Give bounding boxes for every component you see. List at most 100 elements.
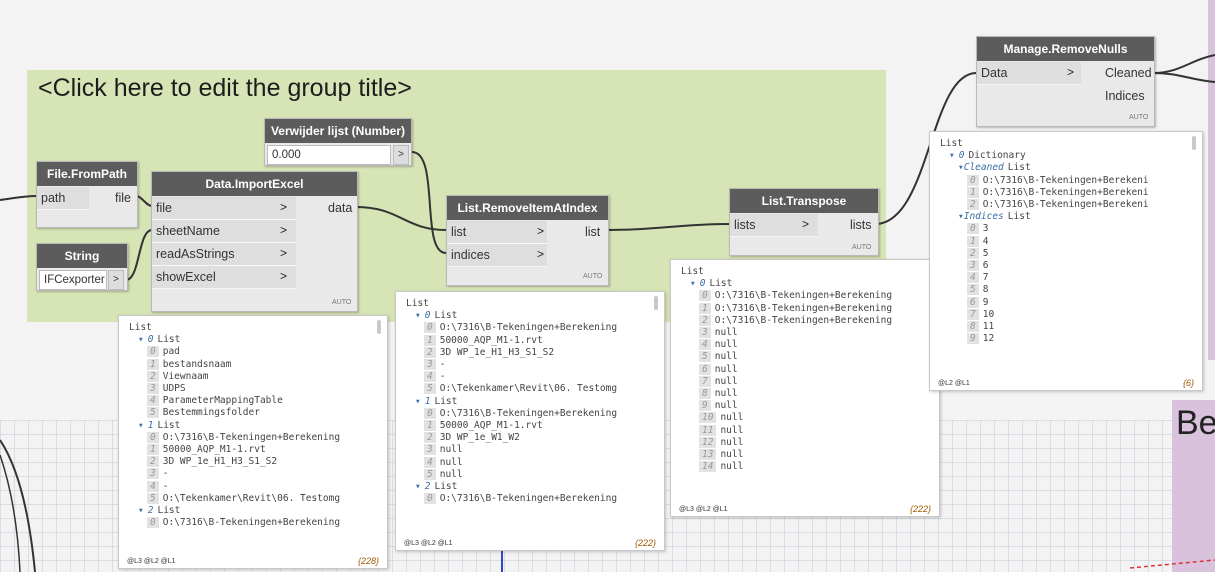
list-item: 0 O:\7316\B-Tekeningen+Berekening xyxy=(424,322,618,334)
tree-root: List xyxy=(681,266,704,277)
input-port-showexcel[interactable]: showExcel xyxy=(152,266,296,289)
scrollbar[interactable] xyxy=(1192,136,1196,150)
collapse-triangle-icon[interactable]: ▾ xyxy=(138,334,144,345)
branch-index: 1 xyxy=(147,419,154,431)
scrollbar[interactable] xyxy=(654,296,658,310)
string-value-field[interactable]: IFCexporter xyxy=(39,270,107,290)
item-index: 3 xyxy=(699,327,711,338)
list-item: 5 null xyxy=(699,351,738,363)
item-value: 8 xyxy=(982,284,989,296)
item-index: 1 xyxy=(424,420,436,431)
output-port-cleaned[interactable]: Cleaned xyxy=(1105,62,1152,84)
tree-branch[interactable]: ▾ 2 List xyxy=(138,505,180,516)
list-item: 36 xyxy=(967,260,988,271)
data-importexcel-node[interactable]: Data.ImportExcel file > sheetName > read… xyxy=(151,171,358,312)
item-value: O:\7316\B-Tekeningen+Berekeni xyxy=(982,174,1149,186)
item-value: - xyxy=(439,359,446,370)
item-value: null xyxy=(714,351,738,363)
input-port-path[interactable]: path xyxy=(37,187,89,210)
collapse-triangle-icon[interactable]: ▾ xyxy=(690,278,696,289)
manage-removenulls-node[interactable]: Manage.RemoveNulls Data > Cleaned Indice… xyxy=(976,36,1155,127)
input-port-file[interactable]: file xyxy=(152,197,296,220)
list-levels[interactable]: @L3 @L2 @L1 xyxy=(127,558,176,565)
list-transpose-node[interactable]: List.Transpose lists > lists AUTO xyxy=(729,188,879,256)
watch-preview-removeitem[interactable]: @L3 @L2 @L1 {222} List ▾ 0 List 0 O:\7316\B-T… xyxy=(395,291,665,551)
item-value: 4 xyxy=(982,235,989,247)
collapse-triangle-icon[interactable]: ▾ xyxy=(949,150,955,161)
item-index: 9 xyxy=(967,333,979,345)
collapse-triangle-icon[interactable]: ▾ xyxy=(958,162,964,173)
collapse-triangle-icon[interactable]: ▾ xyxy=(958,211,964,222)
graph-canvas[interactable]: <Click here to edit the group title> Be … xyxy=(0,0,1215,572)
item-index: 14 xyxy=(699,461,717,473)
tree-branch[interactable]: ▾ 0 List xyxy=(690,278,732,289)
chevron-right-icon: > xyxy=(280,200,288,214)
item-index: 10 xyxy=(699,412,717,424)
collapse-triangle-icon[interactable]: ▾ xyxy=(138,420,144,431)
branch-index: 1 xyxy=(424,395,431,407)
tree-branch[interactable]: ▾ 0 List xyxy=(138,334,180,345)
item-value: 7 xyxy=(982,272,989,284)
collapse-triangle-icon[interactable]: ▾ xyxy=(415,396,421,407)
wire-cleaned-out-2 xyxy=(1152,72,1215,83)
chevron-right-icon: > xyxy=(280,269,288,283)
item-value: O:\7316\B-Tekeningen+Berekening xyxy=(439,493,618,505)
input-port-sheetname[interactable]: sheetName xyxy=(152,220,296,243)
input-port-readasstrings[interactable]: readAsStrings xyxy=(152,243,296,266)
list-item: 0 pad xyxy=(147,346,180,358)
output-port[interactable]: > xyxy=(393,145,409,165)
item-index: 5 xyxy=(147,492,159,504)
output-port-indices[interactable]: Indices xyxy=(1105,85,1145,107)
watch-preview-transpose[interactable]: @L3 @L2 @L1 {222} List ▾ 0 List 0 O:\7316\B-T… xyxy=(670,259,940,517)
tree-branch[interactable]: ▾ 1 List xyxy=(415,396,457,407)
tree-branch[interactable]: ▾ 0 List xyxy=(415,310,457,321)
list-levels[interactable]: @L3 @L2 @L1 xyxy=(404,540,453,547)
input-port-indices[interactable]: indices xyxy=(447,244,547,267)
item-value: O:\7316\B-Tekeningen+Berekening xyxy=(439,322,618,334)
tree-root: List xyxy=(940,138,963,149)
output-port-file[interactable]: file xyxy=(115,187,131,209)
file-frompath-node[interactable]: File.FromPath path file xyxy=(36,161,138,228)
item-index: 5 xyxy=(424,468,436,480)
watch-preview-importexcel[interactable]: @L3 @L2 @L1 {228} List ▾ 0 List 0 pad 1 bestand… xyxy=(118,315,388,569)
wire-file xyxy=(135,195,153,207)
output-port-list[interactable]: list xyxy=(585,221,600,243)
list-item: 2 3D WP_1e_W1_W2 xyxy=(424,432,520,444)
tree-branch[interactable]: ▾Indices List xyxy=(958,211,1031,222)
tree-branch[interactable]: ▾ 0 Dictionary xyxy=(949,150,1026,161)
watch-preview-removenulls[interactable]: @L2 @L1 {6} List ▾ 0 Dictionary ▾Cleaned List… xyxy=(929,131,1203,391)
list-item: 5 O:\Tekenkamer\Revit\06. Testomg xyxy=(424,383,617,395)
tree-branch[interactable]: ▾ 2 List xyxy=(415,481,457,492)
scrollbar[interactable] xyxy=(377,320,381,334)
item-index: 8 xyxy=(699,388,711,399)
item-value: 50000_AQP_M1-1.rvt xyxy=(439,334,543,346)
list-levels[interactable]: @L3 @L2 @L1 xyxy=(679,506,728,513)
list-item: 7 10 xyxy=(967,308,994,320)
item-value: null xyxy=(439,444,463,456)
list-item: 3 null xyxy=(424,444,463,456)
number-value-field[interactable]: 0.000 xyxy=(267,145,391,165)
string-node[interactable]: String IFCexporter > xyxy=(36,243,128,291)
tree-branch[interactable]: ▾ 1 List xyxy=(138,420,180,431)
item-value: pad xyxy=(162,346,180,358)
input-port-list[interactable]: list xyxy=(447,221,547,244)
node-title: Verwijder lijst (Number) xyxy=(265,119,411,143)
list-levels[interactable]: @L2 @L1 xyxy=(938,380,970,387)
item-index: 2 xyxy=(147,456,159,468)
collapse-triangle-icon[interactable]: ▾ xyxy=(415,310,421,321)
branch-type: List xyxy=(157,334,181,346)
collapse-triangle-icon[interactable]: ▾ xyxy=(415,481,421,492)
branch-index: 2 xyxy=(424,481,431,492)
number-node[interactable]: Verwijder lijst (Number) 0.000 > xyxy=(264,118,412,166)
output-port-lists[interactable]: lists xyxy=(850,214,872,236)
input-port-data[interactable]: Data xyxy=(977,62,1081,85)
branch-type: List xyxy=(434,395,458,407)
output-port[interactable]: > xyxy=(108,270,124,290)
collapse-triangle-icon[interactable]: ▾ xyxy=(138,505,144,516)
chevron-right-icon: > xyxy=(1067,65,1075,79)
list-removeitematindex-node[interactable]: List.RemoveItemAtIndex list > indices > … xyxy=(446,195,609,286)
list-item: 0 O:\7316\B-Tekeningen+Berekening xyxy=(147,517,340,529)
tree-branch[interactable]: ▾Cleaned List xyxy=(958,162,1031,173)
item-index: 5 xyxy=(699,351,711,363)
output-port-data[interactable]: data xyxy=(328,197,352,219)
